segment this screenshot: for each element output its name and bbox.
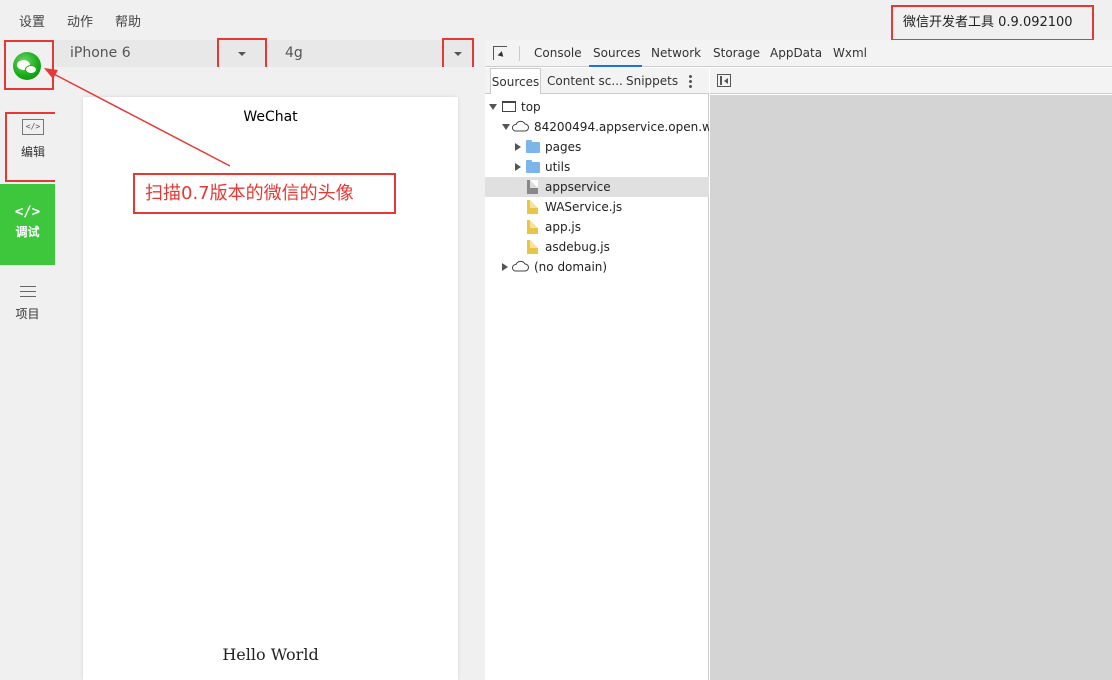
- expand-arrow-icon: [502, 263, 508, 271]
- tab-storage[interactable]: Storage: [713, 46, 760, 60]
- tab-sources[interactable]: Sources: [593, 46, 640, 60]
- navigator-tab-bar: Sources Content sc... Snippets: [485, 68, 709, 94]
- editor-area: [710, 95, 1112, 680]
- tab-console[interactable]: Console: [534, 46, 582, 60]
- tree-item-top[interactable]: top: [485, 97, 709, 117]
- tab-network[interactable]: Network: [651, 46, 701, 60]
- tree-item-waservice[interactable]: WAService.js: [485, 197, 709, 217]
- expand-arrow-icon: [515, 163, 521, 171]
- tree-item-label: pages: [545, 140, 582, 154]
- tree-item-label: (no domain): [534, 260, 608, 274]
- folder-icon: [526, 140, 540, 153]
- more-options-icon[interactable]: [689, 75, 692, 88]
- expand-arrow-icon: [489, 104, 497, 110]
- tab-wxml[interactable]: Wxml: [833, 46, 867, 60]
- subtab-snippets[interactable]: Snippets: [626, 68, 678, 94]
- tab-appdata[interactable]: AppData: [770, 46, 822, 60]
- tree-item-label: top: [521, 100, 541, 114]
- cloud-icon: [511, 260, 529, 272]
- tree-item-pages[interactable]: pages: [485, 137, 709, 157]
- file-icon: [527, 180, 538, 194]
- file-icon: [527, 220, 538, 234]
- inspect-icon[interactable]: [493, 46, 507, 60]
- menu-icon: [19, 286, 36, 297]
- file-icon: [527, 240, 538, 254]
- expand-arrow-icon: [502, 124, 510, 130]
- divider: [519, 46, 520, 61]
- code-icon: </>: [14, 204, 41, 220]
- subtab-sources[interactable]: Sources: [490, 68, 541, 94]
- tree-item-domain[interactable]: 84200494.appservice.open.weixin: [485, 117, 709, 137]
- chevron-down-icon: [454, 52, 462, 56]
- tree-item-label: asdebug.js: [545, 240, 610, 254]
- annotation-callout: 扫描0.7版本的微信的头像: [133, 173, 396, 214]
- network-dropdown-button[interactable]: [442, 38, 474, 70]
- cloud-icon: [511, 120, 529, 132]
- tree-item-asdebug[interactable]: asdebug.js: [485, 237, 709, 257]
- app-title: 微信开发者工具 0.9.092100: [891, 5, 1094, 41]
- page-content-text: Hello World: [222, 645, 319, 664]
- tree-item-no-domain[interactable]: (no domain): [485, 257, 709, 277]
- tree-item-label: utils: [545, 160, 571, 174]
- sidebar-item-label: 项目: [15, 307, 40, 321]
- editor-toolbar: [710, 68, 1112, 94]
- expand-arrow-icon: [515, 143, 521, 151]
- devtools-panel: Console Sources Network Storage AppData …: [485, 40, 1112, 680]
- tree-item-appjs[interactable]: app.js: [485, 217, 709, 237]
- sidebar-item-label: 调试: [15, 225, 40, 239]
- toggle-sidebar-icon[interactable]: [717, 74, 731, 87]
- active-tab-indicator: [589, 65, 642, 67]
- sidebar-item-project[interactable]: 项目: [0, 286, 55, 346]
- tree-item-label: 84200494.appservice.open.weixin: [534, 120, 709, 134]
- tree-item-label: appservice: [545, 180, 611, 194]
- tree-item-label: WAService.js: [545, 200, 623, 214]
- tree-item-appservice[interactable]: appservice: [485, 177, 709, 197]
- subtab-content-scripts[interactable]: Content sc...: [547, 68, 623, 94]
- tree-item-label: app.js: [545, 220, 581, 234]
- devtools-tab-bar: Console Sources Network Storage AppData …: [485, 40, 1112, 67]
- file-icon: [527, 200, 538, 214]
- frame-icon: [502, 101, 516, 112]
- annotation-arrow: [44, 68, 231, 167]
- tree-item-utils[interactable]: utils: [485, 157, 709, 177]
- sources-navigator: Sources Content sc... Snippets top 84200…: [485, 68, 709, 680]
- folder-icon: [526, 160, 540, 173]
